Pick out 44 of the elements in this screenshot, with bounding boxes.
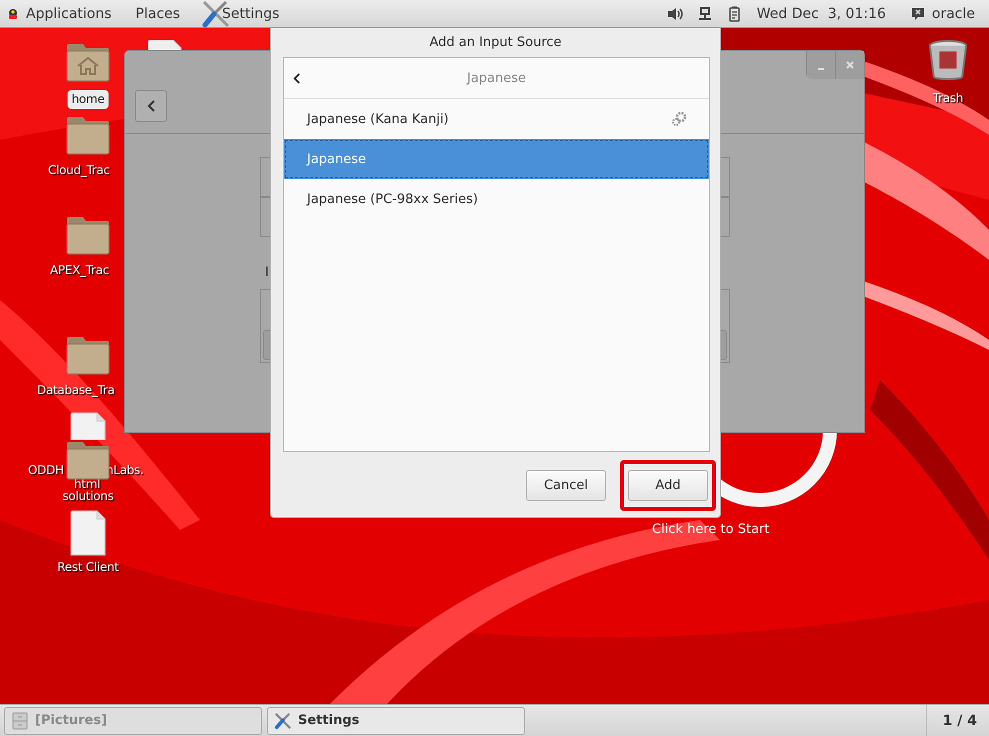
icon-label: home [68,90,108,109]
list-header: Japanese [466,70,526,86]
file-icon[interactable] [70,510,106,556]
trash-icon[interactable] [926,40,970,80]
places-menu[interactable]: Places [136,6,190,22]
back-button[interactable] [135,90,167,122]
minimize-icon [818,68,824,70]
settings-menu[interactable]: Settings [200,0,290,28]
file-icon[interactable] [70,412,106,440]
user-menu[interactable]: oracle [932,6,975,22]
folder-icon[interactable] [66,215,110,255]
battery-icon[interactable] [726,6,743,22]
clock[interactable]: Wed Dec 3, 01:16 [756,6,886,22]
chevron-left-icon [146,99,156,113]
cancel-button[interactable]: Cancel [526,470,606,501]
folder-icon[interactable] [66,335,110,375]
chevron-left-icon [292,72,301,84]
folder-icon[interactable] [66,115,110,155]
cabinet-icon [11,712,29,730]
add-button[interactable]: Add [628,470,708,501]
start-hint: Click here to Start [652,522,770,537]
tools-icon [274,712,292,730]
home-folder-icon[interactable] [66,42,110,82]
applications-menu[interactable]: Applications [6,6,122,22]
folder-icon[interactable] [66,440,110,480]
icon-label: Cloud_Trac [47,162,111,179]
user-status-icon [910,6,926,22]
section-label: I [265,265,269,280]
icon-label: Rest Client [56,559,120,576]
list-item[interactable]: Japanese (Kana Kanji) [284,99,709,139]
network-icon[interactable] [696,6,713,22]
taskbar-item[interactable]: Settings [267,706,525,734]
icon-label: solutions [61,488,115,505]
icon-label: ODDH [27,462,65,479]
close-icon [845,60,855,70]
icon-label: Database_Tra [36,382,116,399]
gears-icon[interactable] [671,111,687,127]
icon-label: html [74,476,100,491]
workspace-switcher[interactable]: 1 / 4 [926,705,989,736]
volume-icon[interactable] [666,6,683,22]
icon-label: APEX_Trac [49,262,110,279]
distro-logo-icon [6,6,20,20]
list-item[interactable]: Japanese (PC-98xx Series) [284,179,709,219]
dialog-title: Add an Input Source [429,34,562,52]
